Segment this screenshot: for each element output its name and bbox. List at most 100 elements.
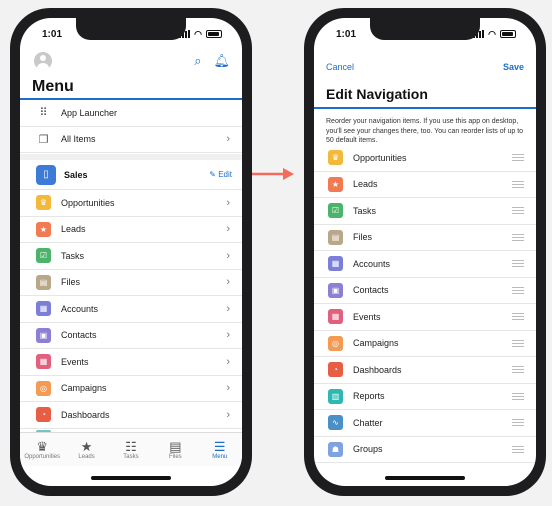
crown-icon: ♛ [36,439,49,454]
tab-menu[interactable]: ☰ Menu [202,439,238,460]
chevron-right-icon: › [226,302,230,315]
checklist-icon: ☷ [125,439,137,454]
tab-label: Menu [212,454,228,460]
reorder-item-events[interactable]: ▦ Events [314,304,536,331]
drag-handle-icon[interactable] [512,260,524,268]
file-icon: ▤ [328,229,343,245]
menu-item-all-items[interactable]: ❐ All Items › [20,127,242,153]
drag-handle-icon[interactable] [512,445,524,453]
reorder-item-files[interactable]: ▤ Files [314,225,536,251]
chevron-right-icon: › [226,249,230,262]
menu-screen: 1:01 ◠ ⌕ 🔔︎ Menu ⠿ App Launcher ❐ All It… [20,18,242,486]
reorder-item-accounts[interactable]: ▦ Accounts [314,251,536,278]
file-icon: ▤ [169,439,182,454]
description-text: Reorder your navigation items. If you us… [326,118,524,144]
menu-item-campaigns[interactable]: ◎ Campaigns › [20,376,242,402]
tab-opportunities[interactable]: ♛ Opportunities [24,439,60,460]
arrow-icon [252,168,294,180]
drag-handle-icon[interactable] [512,154,524,162]
notch [76,18,186,40]
reorder-item-groups[interactable]: ☗ Groups [314,437,536,463]
menu-top-list: ⠿ App Launcher ❐ All Items › [20,100,242,153]
page-title: Edit Navigation [326,86,428,102]
bell-icon[interactable]: 🔔︎ [213,53,230,69]
report-icon: ▥ [328,388,343,404]
nav-bar: Cancel Save [326,62,524,72]
menu-item-app-launcher[interactable]: ⠿ App Launcher [20,100,242,127]
tab-label: Leads [78,454,95,460]
tab-label: Opportunities [24,454,61,460]
home-indicator [91,476,171,480]
reorder-item-opportunities[interactable]: ♛ Opportunities [314,145,536,172]
reorder-item-label: Leads [353,179,378,190]
drag-handle-icon[interactable] [512,339,524,347]
chevron-right-icon: › [226,133,230,146]
menu-item-label: Dashboards [61,409,110,420]
drag-handle-icon[interactable] [512,233,524,241]
reorder-item-reports[interactable]: ▥ Reports [314,384,536,410]
wifi-icon: ◠ [488,28,496,39]
menu-item-contacts[interactable]: ▣ Contacts › [20,323,242,349]
drag-handle-icon[interactable] [512,392,524,400]
tab-leads[interactable]: ★ Leads [69,439,105,460]
drag-handle-icon[interactable] [512,286,524,294]
reorder-item-dashboards[interactable]: ◔ Dashboards [314,357,536,384]
menu-item-accounts[interactable]: ▦ Accounts › [20,296,242,323]
menu-item-events[interactable]: ▦ Events › [20,349,242,376]
cancel-button[interactable]: Cancel [326,62,354,72]
reorder-item-leads[interactable]: ★ Leads [314,172,536,198]
tab-tasks[interactable]: ☷ Tasks [113,439,149,460]
star-icon: ★ [80,439,93,454]
save-button[interactable]: Save [503,62,524,72]
menu-item-files[interactable]: ▤ Files › [20,270,242,296]
edit-button[interactable]: ✎ Edit [209,170,232,179]
chevron-right-icon: › [226,382,230,395]
battery-icon [206,30,222,38]
drag-handle-icon[interactable] [512,180,524,188]
search-icon[interactable]: ⌕ [194,53,201,69]
tab-files[interactable]: ▤ Files [157,439,193,460]
drag-handle-icon[interactable] [512,419,524,427]
menu-item-opportunities[interactable]: ♛ Opportunities › [20,190,242,217]
reorder-item-contacts[interactable]: ▣ Contacts [314,278,536,304]
edit-label: Edit [218,170,232,179]
contact-card-icon: ▣ [328,282,343,298]
menu-item-label: Opportunities [61,197,115,208]
header-divider [314,107,536,109]
drag-handle-icon[interactable] [512,207,524,215]
reorder-item-chatter[interactable]: ∿ Chatter [314,410,536,437]
wifi-icon: ◠ [194,28,202,39]
reorder-item-label: Accounts [353,258,391,269]
chevron-right-icon: › [226,355,230,368]
reorder-item-tasks[interactable]: ☑ Tasks [314,198,536,225]
menu-header: ⌕ 🔔︎ [20,48,242,74]
menu-item-label: All Items [61,134,96,145]
tab-bar: ♛ Opportunities ★ Leads ☷ Tasks ▤ Files ☰ Menu [20,432,242,466]
drag-handle-icon[interactable] [512,366,524,374]
contact-card-icon: ▣ [36,327,51,343]
building-icon: ▦ [36,301,51,317]
reorder-item-label: Tasks [353,205,377,216]
home-indicator [385,476,465,480]
reorder-item-campaigns[interactable]: ◎ Campaigns [314,331,536,357]
drag-handle-icon[interactable] [512,313,524,321]
avatar[interactable] [34,52,52,70]
people-icon: ☗ [328,441,343,457]
star-icon: ★ [36,221,51,237]
pulse-icon: ∿ [328,415,343,431]
crown-icon: ♛ [328,150,343,166]
chevron-right-icon: › [226,329,230,342]
status-time: 1:01 [336,28,357,40]
menu-item-label: Contacts [61,330,97,341]
menu-item-label: Tasks [61,250,85,261]
menu-item-dashboards[interactable]: ◔ Dashboards › [20,402,242,429]
menu-item-label: Campaigns [61,383,107,394]
menu-item-leads[interactable]: ★ Leads › [20,217,242,243]
reorder-item-label: Dashboards [353,364,402,375]
phone-left: 1:01 ◠ ⌕ 🔔︎ Menu ⠿ App Launcher ❐ All It… [10,8,252,496]
reorder-item-label: Files [353,232,373,243]
menu-item-label: Files [61,277,81,288]
menu-item-tasks[interactable]: ☑ Tasks › [20,243,242,270]
tab-label: Files [169,454,182,460]
reorder-item-label: Opportunities [353,152,407,163]
